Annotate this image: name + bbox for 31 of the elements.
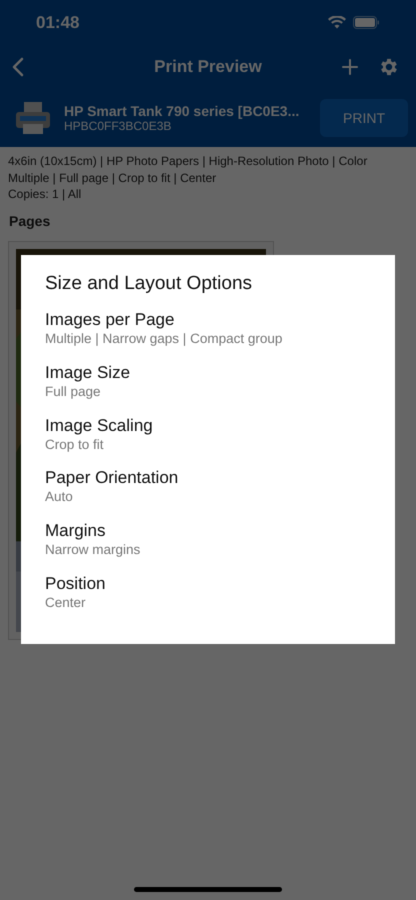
dialog-title: Size and Layout Options	[45, 273, 254, 295]
back-icon[interactable]	[12, 57, 24, 77]
option-label: Image Size	[45, 362, 132, 383]
option-label: Paper Orientation	[45, 467, 180, 488]
option-value: Auto	[45, 488, 74, 506]
option-row[interactable]: Margins Narrow margins	[45, 520, 371, 574]
option-row[interactable]: Position Center	[45, 573, 371, 626]
option-label: Position	[45, 573, 106, 594]
option-row[interactable]: Image Size Full page	[45, 362, 371, 415]
option-label: Image Scaling	[45, 414, 154, 436]
settings-summary: 4x6in (10x15cm) | HP Photo Papers | High-Resolution Photo | Color	[8, 153, 368, 170]
section-heading: Pages	[9, 212, 52, 228]
option-row[interactable]: Images per Page Multiple | Narrow gaps | Compact group	[45, 309, 371, 362]
option-value: Narrow margins	[45, 541, 142, 560]
status-time: 01:48	[36, 12, 80, 32]
option-value: Multiple | Narrow gaps | Compact group	[45, 330, 284, 348]
option-label: Margins	[45, 520, 106, 542]
option-value: Center	[45, 594, 87, 612]
option-row[interactable]: Paper Orientation Auto	[45, 467, 371, 520]
printer-id: HPBC0FF3BC0E3B	[64, 119, 172, 133]
screen-title: Print Preview	[153, 57, 263, 77]
printer-name: HP Smart Tank 790 series [BC0E3...	[64, 103, 300, 119]
option-row[interactable]: Image Scaling Crop to fit	[45, 414, 371, 468]
option-label: Images per Page	[45, 309, 176, 330]
wifi-icon	[328, 16, 346, 29]
settings-summary: Copies: 1 | All	[8, 186, 82, 202]
option-value: Crop to fit	[45, 436, 105, 454]
option-value: Full page	[45, 382, 102, 401]
settings-summary: Multiple | Full page | Crop to fit | Center	[8, 170, 218, 186]
printer-icon	[14, 100, 52, 136]
add-icon[interactable]	[342, 59, 358, 75]
